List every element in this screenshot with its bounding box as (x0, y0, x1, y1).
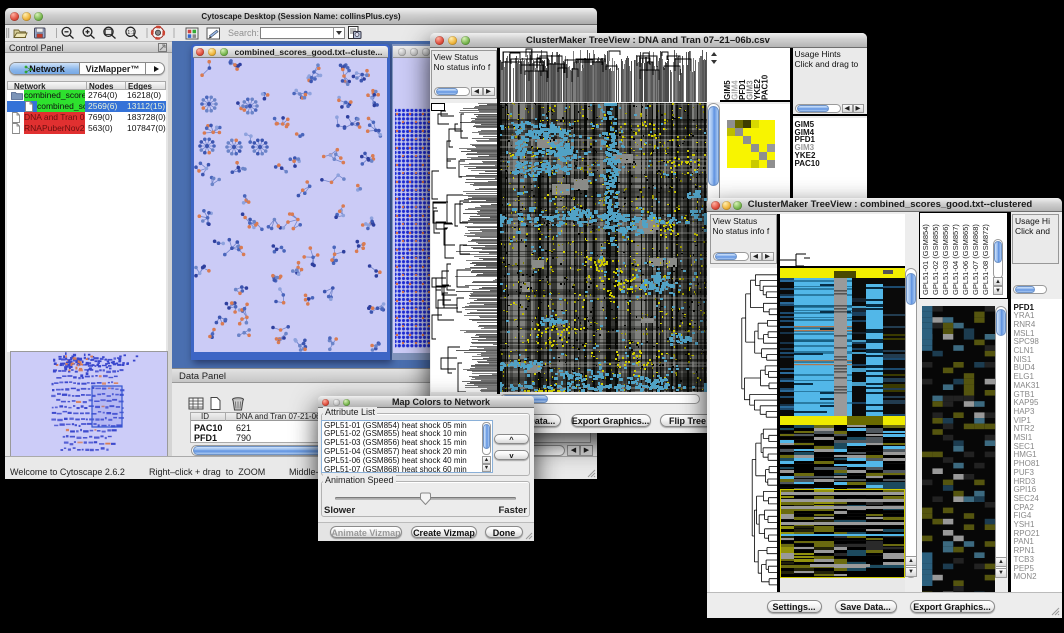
svg-text:PAC10: PAC10 (761, 74, 770, 100)
svg-text:1:1: 1:1 (127, 30, 135, 36)
